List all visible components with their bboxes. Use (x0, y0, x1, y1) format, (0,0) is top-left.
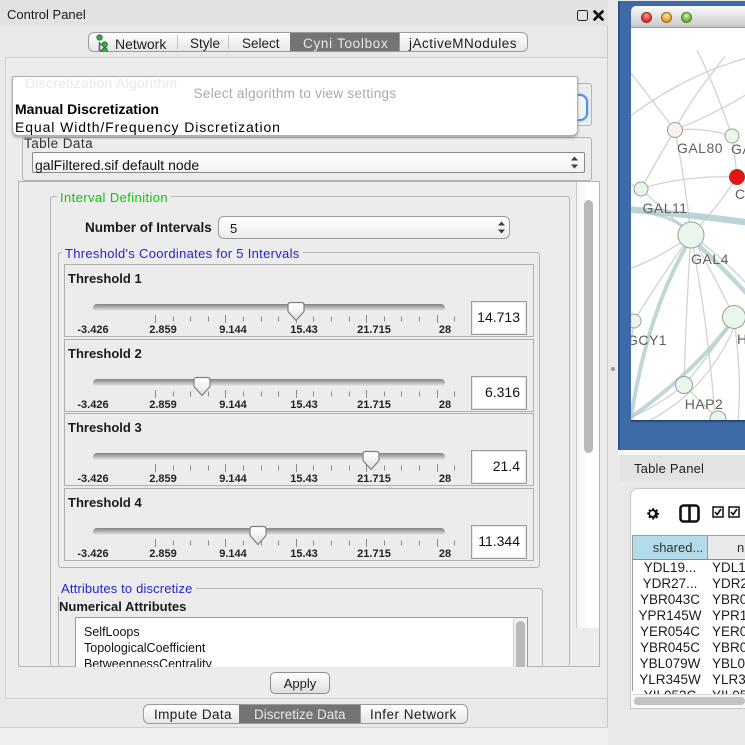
svg-text:GCY1: GCY1 (631, 332, 667, 348)
svg-text:GAL4: GAL4 (691, 251, 729, 267)
svg-text:GAL80: GAL80 (677, 140, 723, 156)
svg-text:C: C (735, 186, 745, 202)
svg-text:HAP2: HAP2 (685, 396, 724, 412)
svg-text:HA: HA (737, 331, 745, 347)
svg-text:GAL11: GAL11 (642, 200, 687, 216)
svg-text:GA: GA (731, 141, 745, 157)
